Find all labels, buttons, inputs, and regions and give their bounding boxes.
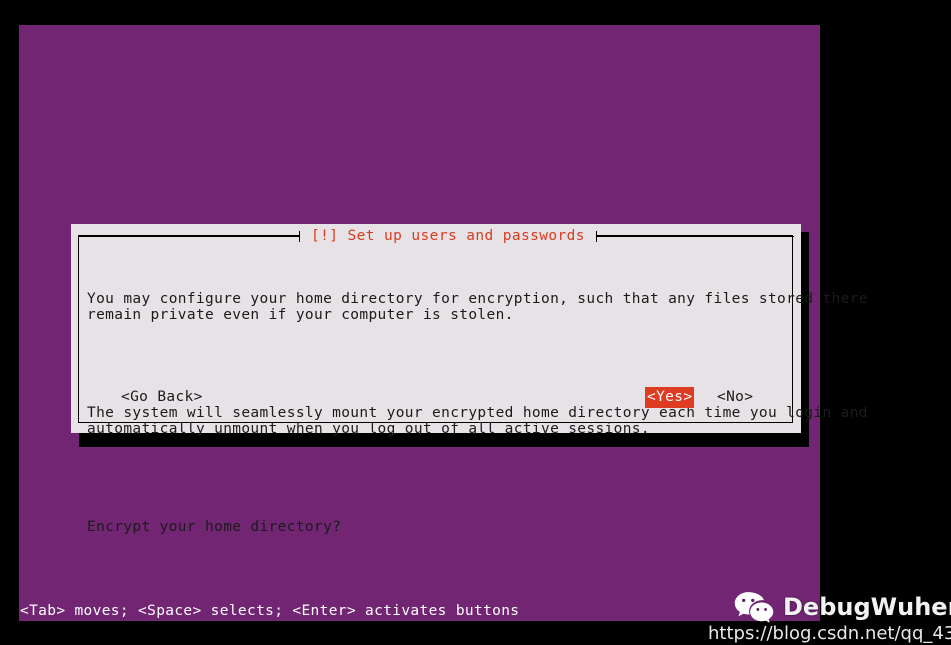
- no-button[interactable]: <No>: [715, 387, 755, 408]
- dialog-titlebar: [!] Set up users and passwords: [78, 227, 794, 245]
- dialog-title: [!] Set up users and passwords: [300, 227, 596, 245]
- dialog-question: Encrypt your home directory?: [87, 518, 342, 535]
- yes-button[interactable]: <Yes>: [645, 387, 695, 408]
- title-rule-right: [596, 235, 794, 237]
- dialog-body-text: You may configure your home directory fo…: [87, 258, 868, 568]
- dialog-paragraph-1: You may configure your home directory fo…: [87, 290, 868, 323]
- wechat-icon: [733, 590, 775, 624]
- go-back-button[interactable]: <Go Back>: [119, 387, 205, 408]
- paragraph-spacer-1: [87, 356, 787, 372]
- keyboard-hint-bar: <Tab> moves; <Space> selects; <Enter> ac…: [20, 603, 520, 619]
- watermark-url: https://blog.csdn.net/qq_43938052: [708, 623, 951, 644]
- watermark: DebugWuhen: [733, 590, 951, 624]
- paragraph-spacer-2: [87, 470, 787, 486]
- dialog-paragraph-2: The system will seamlessly mount your en…: [87, 404, 868, 437]
- watermark-name: DebugWuhen: [783, 593, 951, 621]
- terminal-screen: [!] Set up users and passwords You may c…: [19, 25, 951, 644]
- dialog-button-row: <Go Back> <Yes> <No>: [87, 387, 787, 408]
- title-rule-left: [79, 235, 299, 237]
